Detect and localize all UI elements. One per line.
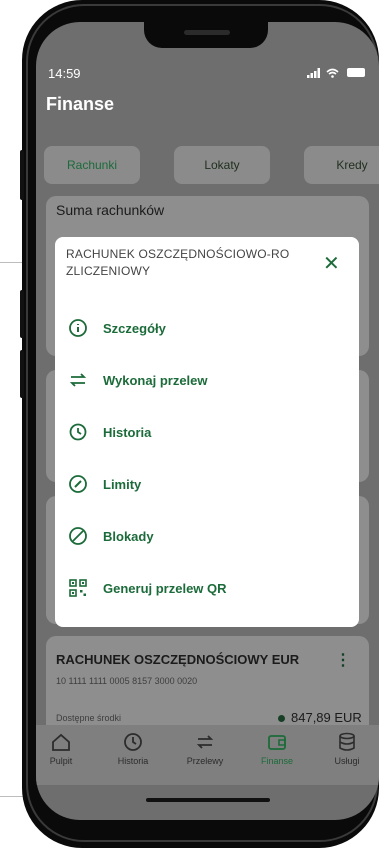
- menu-label-generuj-przelew-qr: Generuj przelew QR: [103, 580, 227, 596]
- phone-speaker: [184, 30, 230, 35]
- menu-label-limity: Limity: [103, 476, 142, 492]
- transfer-icon: [67, 369, 89, 391]
- block-icon: [67, 525, 89, 547]
- more-options-icon[interactable]: ⋮: [335, 650, 351, 670]
- menu-label-blokady: Blokady: [103, 528, 154, 544]
- tab-rachunki[interactable]: Rachunki: [44, 146, 140, 184]
- history-icon: [67, 421, 89, 443]
- nav-label-historia: Historia: [117, 756, 149, 766]
- nav-historia[interactable]: Historia: [100, 731, 166, 766]
- bottom-navigation: Pulpit Historia Przelewy Finanse Usługi: [36, 725, 379, 785]
- nav-uslugi[interactable]: Usługi: [314, 731, 379, 766]
- status-icons: [307, 65, 365, 79]
- menu-item-generuj-przelew-qr[interactable]: Generuj przelew QR: [67, 573, 347, 603]
- history-icon: [124, 733, 142, 751]
- available-funds-amount: 847,89 EUR: [278, 710, 362, 725]
- summary-card-title: Suma rachunków: [56, 202, 165, 218]
- menu-item-limity[interactable]: Limity: [67, 469, 347, 499]
- available-funds-label: Dostępne środki: [56, 713, 122, 723]
- close-icon[interactable]: ✕: [323, 251, 340, 276]
- home-icon: [52, 733, 70, 751]
- account-name: RACHUNEK OSZCZĘDNOŚCIOWY EUR: [56, 652, 300, 667]
- home-indicator: [146, 798, 270, 802]
- wifi-icon: [326, 68, 339, 78]
- signal-icon: [307, 67, 321, 78]
- status-time: 14:59: [48, 66, 81, 81]
- nav-label-finanse: Finanse: [260, 756, 294, 766]
- battery-icon: [347, 68, 365, 78]
- menu-label-historia: Historia: [103, 424, 152, 440]
- side-button-top: [20, 150, 24, 200]
- phone-notch: [144, 22, 268, 48]
- gauge-icon: [67, 473, 89, 495]
- nav-label-pulpit: Pulpit: [49, 756, 73, 766]
- nav-przelewy[interactable]: Przelewy: [172, 731, 238, 766]
- modal-title: RACHUNEK OSZCZĘDNOŚCIOWO-RO ZLICZENIOWY: [66, 247, 290, 278]
- menu-label-szczegoly: Szczegóły: [103, 320, 166, 336]
- menu-item-szczegoly[interactable]: Szczegóły: [67, 313, 347, 343]
- menu-item-blokady[interactable]: Blokady: [67, 521, 347, 551]
- nav-finanse[interactable]: Finanse: [244, 731, 310, 766]
- nav-label-przelewy: Przelewy: [186, 756, 224, 766]
- nav-pulpit[interactable]: Pulpit: [36, 731, 94, 766]
- side-button-bottom: [20, 350, 24, 398]
- account-number: 10 1111 1111 0005 8157 3000 0020: [56, 676, 198, 686]
- phone-screen: 14:59 Finanse Rachunki Lokaty Kredy Suma…: [36, 22, 379, 820]
- qr-code-icon: [67, 577, 89, 599]
- menu-label-wykonaj-przelew: Wykonaj przelew: [103, 372, 208, 388]
- tab-lokaty[interactable]: Lokaty: [174, 146, 270, 184]
- tab-bar: Rachunki Lokaty Kredy: [36, 146, 379, 186]
- account-actions-modal: RACHUNEK OSZCZĘDNOŚCIOWO-RO ZLICZENIOWY …: [55, 237, 359, 627]
- page-title: Finanse: [46, 94, 115, 114]
- tab-kredyty[interactable]: Kredy: [304, 146, 379, 184]
- database-icon: [339, 732, 355, 751]
- wallet-icon: [268, 735, 286, 750]
- amount-value: 847,89 EUR: [291, 710, 362, 725]
- menu-item-wykonaj-przelew[interactable]: Wykonaj przelew: [67, 365, 347, 395]
- nav-label-uslugi: Usługi: [334, 756, 360, 766]
- info-icon: [67, 317, 89, 339]
- account-card-eur[interactable]: RACHUNEK OSZCZĘDNOŚCIOWY EUR ⋮ 10 1111 1…: [46, 636, 369, 736]
- side-button-middle: [20, 290, 24, 338]
- status-bar: 14:59: [36, 64, 379, 84]
- transfer-icon: [196, 735, 214, 749]
- menu-item-historia[interactable]: Historia: [67, 417, 347, 447]
- status-dot: [278, 715, 285, 723]
